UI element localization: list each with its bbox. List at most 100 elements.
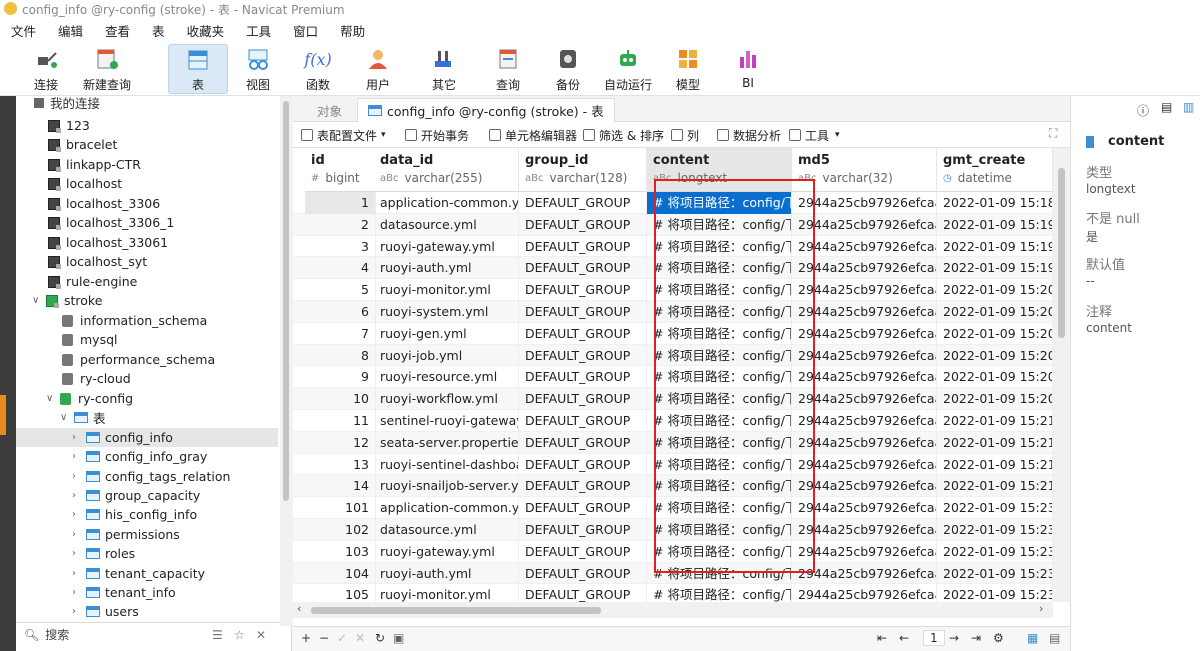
database-item[interactable]: ry-cloud [62,369,131,388]
add-record-icon[interactable]: + [301,631,311,645]
connection-item[interactable]: localhost_33061 [48,233,168,252]
cell-data-id[interactable]: seata-server.properties [374,431,519,454]
cell-md5[interactable]: 2944a25cb97926efcaa4 [792,540,937,563]
cell-md5[interactable]: 2944a25cb97926efcaa4 [792,366,937,389]
cell-data-id[interactable]: ruoyi-system.yml [374,301,519,323]
user-button[interactable]: 用户 [352,44,404,94]
table-row[interactable]: 105 ruoyi-monitor.yml DEFAULT_GROUP # 将项目路径… [293,584,1053,602]
database-item-ry-config[interactable]: ∨ ry-config [46,389,133,408]
cell-md5[interactable]: 2944a25cb97926efcaa4 [792,322,937,345]
tab-config-info[interactable]: config_info @ry-config (stroke) - 表 [357,98,615,122]
chevron-right-icon[interactable]: › [72,451,82,462]
table-item[interactable]: › tenant_capacity [72,564,205,583]
tools-button[interactable]: 工具 ▾ [789,126,840,144]
table-row[interactable]: 7 ruoyi-gen.yml DEFAULT_GROUP # 将项目路径：confi… [293,322,1053,345]
cell-group-id[interactable]: DEFAULT_GROUP [519,519,647,541]
automation-button[interactable]: 自动运行 [600,44,656,94]
cell-gmt-create[interactable]: 2022-01-09 15:21:0 [937,453,1053,476]
cell-content[interactable]: # 将项目路径：config/下 [647,322,792,345]
table-row[interactable]: 101application-common.ymlDEFAULT_GROUP# … [293,497,1053,519]
cell-id[interactable]: 12 [305,431,376,454]
cell-content[interactable]: # 将项目路径：config/下 [647,431,792,454]
table-row[interactable]: 13ruoyi-sentinel-dashboard.ymlDEFAULT_GR… [293,453,1053,476]
menu-table[interactable]: 表 [141,21,176,40]
cell-data-id[interactable]: ruoyi-job.yml [374,344,519,367]
cell-content[interactable]: # 将项目路径：config/下 [647,562,792,585]
cell-data-id[interactable]: ruoyi-gen.yml [374,322,519,345]
connection-item[interactable]: localhost_3306_1 [48,213,174,232]
cell-content[interactable]: # 将项目路径：config/下 [647,410,792,432]
cell-data-id[interactable]: application-common.yml [374,192,519,214]
delete-record-icon[interactable]: − [319,631,329,645]
cell-data-id[interactable]: ruoyi-monitor.yml [374,279,519,301]
cell-id[interactable]: 2 [305,213,376,236]
cell-group-id[interactable]: DEFAULT_GROUP [519,366,647,389]
cell-gmt-create[interactable]: 2022-01-09 15:21:0 [937,410,1053,432]
menu-favorites[interactable]: 收藏夹 [176,21,236,40]
table-row[interactable]: 102 datasource.yml DEFAULT_GROUP # 将项目路径：co… [293,519,1053,541]
scroll-right-icon[interactable]: › [1039,602,1043,615]
cell-editor-button[interactable]: 单元格编辑器 [489,126,577,144]
menu-file[interactable]: 文件 [0,21,47,40]
chevron-right-icon[interactable]: › [72,529,82,540]
cell-gmt-create[interactable]: 2022-01-09 15:23:0 [937,584,1053,602]
table-item[interactable]: › group_capacity [72,486,200,505]
cell-gmt-create[interactable]: 2022-01-09 15:20:1 [937,301,1053,323]
scrollbar-thumb[interactable] [1058,168,1065,338]
table-row[interactable]: 11sentinel-ruoyi-gateway.jsonDEFAULT_GRO… [293,410,1053,432]
table-button[interactable]: 表 [168,44,228,94]
connection-item[interactable]: localhost_3306 [48,194,160,213]
table-row[interactable]: 4 ruoyi-auth.yml DEFAULT_GROUP # 将项目路径：conf… [293,257,1053,280]
cell-gmt-create[interactable]: 2022-01-09 15:20:1 [937,322,1053,345]
cell-group-id[interactable]: DEFAULT_GROUP [519,344,647,367]
cell-content[interactable]: # 将项目路径：config/下 [647,301,792,323]
cell-group-id[interactable]: DEFAULT_GROUP [519,475,647,498]
cell-data-id[interactable]: sentinel-ruoyi-gateway.json [374,410,519,432]
cell-md5[interactable]: 2944a25cb97926efcaa4 [792,453,937,476]
cell-content[interactable]: # 将项目路径：config/下 [647,344,792,367]
cell-group-id[interactable]: DEFAULT_GROUP [519,584,647,602]
bi-button[interactable]: BI [722,44,774,94]
cell-id[interactable]: 10 [305,388,376,410]
grid-view-icon[interactable]: ▦ [1027,631,1038,645]
cell-md5[interactable]: 2944a25cb97926efcaa4 [792,388,937,410]
cell-data-id[interactable]: ruoyi-snailjob-server.yml [374,475,519,498]
cell-group-id[interactable]: DEFAULT_GROUP [519,213,647,236]
chevron-right-icon[interactable]: › [72,509,82,520]
chevron-right-icon[interactable]: › [72,471,82,482]
cell-id[interactable]: 103 [305,540,376,563]
others-button[interactable]: 其它 [418,44,470,94]
table-item[interactable]: › users [72,602,139,621]
cell-md5[interactable]: 2944a25cb97926efcaa4 [792,235,937,258]
column-header-group-id[interactable]: group_id aBc varchar(128) [519,148,647,192]
cell-content[interactable]: # 将项目路径：config/下 [647,257,792,280]
cell-group-id[interactable]: DEFAULT_GROUP [519,410,647,432]
cell-id[interactable]: 13 [305,453,376,476]
cell-gmt-create[interactable]: 2022-01-09 15:20:1 [937,279,1053,301]
cell-content[interactable]: # 将项目路径：config/下 [647,366,792,389]
cell-id[interactable]: 11 [305,410,376,432]
cell-gmt-create[interactable]: 2022-01-09 15:23:0 [937,497,1053,519]
model-button[interactable]: 模型 [662,44,714,94]
filter-sort-button[interactable]: 筛选 & 排序 [583,126,664,144]
connect-button[interactable]: 连接 [22,44,70,94]
cell-id[interactable]: 102 [305,519,376,541]
cell-group-id[interactable]: DEFAULT_GROUP [519,301,647,323]
column-header-data-id[interactable]: data_id aBc varchar(255) [374,148,519,192]
layout-icon[interactable]: ▥ [1183,100,1194,114]
cell-data-id[interactable]: ruoyi-auth.yml [374,562,519,585]
cell-content[interactable]: # 将项目路径：config/下 [647,388,792,410]
table-item[interactable]: › permissions [72,525,180,544]
cell-content[interactable]: # 将项目路径：config/下 [647,453,792,476]
cell-group-id[interactable]: DEFAULT_GROUP [519,235,647,258]
expand-icon[interactable]: ⛶ [1049,126,1057,141]
cell-content[interactable]: # 将项目路径：config/下 [647,584,792,602]
chevron-right-icon[interactable]: › [72,432,82,443]
chevron-right-icon[interactable]: › [72,587,82,598]
next-page-icon[interactable]: → [949,631,959,645]
table-row[interactable]: 2 datasource.yml DEFAULT_GROUP # 将项目路径：conf… [293,213,1053,236]
cell-group-id[interactable]: DEFAULT_GROUP [519,388,647,410]
cell-content[interactable]: # 将项目路径：config/下 [647,519,792,541]
apply-icon[interactable]: ✓ [337,631,347,645]
cell-md5[interactable]: 2944a25cb97926efcaa4 [792,584,937,602]
